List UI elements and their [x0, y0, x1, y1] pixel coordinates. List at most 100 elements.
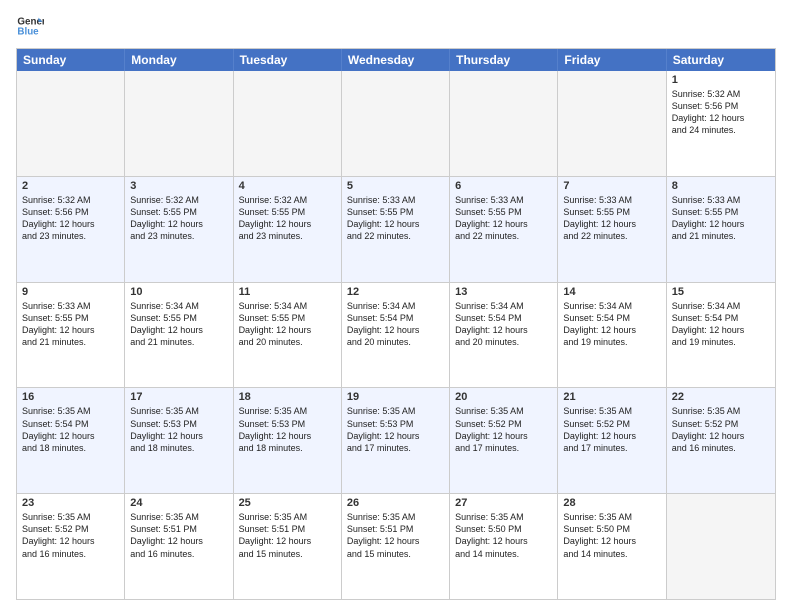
- day-cell-23: 23 Sunrise: 5:35 AM Sunset: 5:52 PM Dayli…: [17, 494, 125, 599]
- day-cell-17: 17 Sunrise: 5:35 AM Sunset: 5:53 PM Dayli…: [125, 388, 233, 493]
- day-info: Sunrise: 5:32 AM Sunset: 5:56 PM Dayligh…: [672, 88, 770, 137]
- day-number: 5: [347, 180, 444, 192]
- day-info: Sunrise: 5:32 AM Sunset: 5:55 PM Dayligh…: [239, 194, 336, 243]
- day-number: 1: [672, 74, 770, 86]
- day-number: 3: [130, 180, 227, 192]
- day-info: Sunrise: 5:35 AM Sunset: 5:52 PM Dayligh…: [22, 511, 119, 560]
- day-info: Sunrise: 5:34 AM Sunset: 5:54 PM Dayligh…: [347, 300, 444, 349]
- day-number: 20: [455, 391, 552, 403]
- logo: General Blue: [16, 12, 44, 40]
- day-info: Sunrise: 5:32 AM Sunset: 5:56 PM Dayligh…: [22, 194, 119, 243]
- day-info: Sunrise: 5:35 AM Sunset: 5:52 PM Dayligh…: [455, 405, 552, 454]
- day-info: Sunrise: 5:35 AM Sunset: 5:51 PM Dayligh…: [347, 511, 444, 560]
- day-number: 9: [22, 286, 119, 298]
- day-number: 19: [347, 391, 444, 403]
- day-header-thursday: Thursday: [450, 49, 558, 71]
- day-info: Sunrise: 5:33 AM Sunset: 5:55 PM Dayligh…: [347, 194, 444, 243]
- day-number: 14: [563, 286, 660, 298]
- week-row-5: 23 Sunrise: 5:35 AM Sunset: 5:52 PM Dayli…: [17, 493, 775, 599]
- week-row-3: 9Sunrise: 5:33 AM Sunset: 5:55 PM Daylig…: [17, 282, 775, 388]
- day-info: Sunrise: 5:35 AM Sunset: 5:53 PM Dayligh…: [347, 405, 444, 454]
- day-cell-8: 8 Sunrise: 5:33 AM Sunset: 5:55 PM Daylig…: [667, 177, 775, 282]
- day-number: 21: [563, 391, 660, 403]
- day-cell-20: 20 Sunrise: 5:35 AM Sunset: 5:52 PM Dayli…: [450, 388, 558, 493]
- day-info: Sunrise: 5:35 AM Sunset: 5:52 PM Dayligh…: [563, 405, 660, 454]
- empty-cell: [667, 494, 775, 599]
- day-cell-28: 28 Sunrise: 5:35 AM Sunset: 5:50 PM Dayli…: [558, 494, 666, 599]
- day-cell-3: 3 Sunrise: 5:32 AM Sunset: 5:55 PM Daylig…: [125, 177, 233, 282]
- day-number: 15: [672, 286, 770, 298]
- day-cell-11: 11 Sunrise: 5:34 AM Sunset: 5:55 PM Dayli…: [234, 283, 342, 388]
- day-cell-19: 19 Sunrise: 5:35 AM Sunset: 5:53 PM Dayli…: [342, 388, 450, 493]
- day-cell-4: 4 Sunrise: 5:32 AM Sunset: 5:55 PM Daylig…: [234, 177, 342, 282]
- day-number: 7: [563, 180, 660, 192]
- day-cell-7: 7 Sunrise: 5:33 AM Sunset: 5:55 PM Daylig…: [558, 177, 666, 282]
- day-header-friday: Friday: [558, 49, 666, 71]
- day-cell-24: 24 Sunrise: 5:35 AM Sunset: 5:51 PM Dayli…: [125, 494, 233, 599]
- day-number: 17: [130, 391, 227, 403]
- day-cell-6: 6 Sunrise: 5:33 AM Sunset: 5:55 PM Daylig…: [450, 177, 558, 282]
- empty-cell: [342, 71, 450, 176]
- day-info: Sunrise: 5:34 AM Sunset: 5:54 PM Dayligh…: [563, 300, 660, 349]
- day-cell-18: 18Sunrise: 5:35 AM Sunset: 5:53 PM Dayli…: [234, 388, 342, 493]
- day-cell-16: 16Sunrise: 5:35 AM Sunset: 5:54 PM Dayli…: [17, 388, 125, 493]
- day-info: Sunrise: 5:35 AM Sunset: 5:52 PM Dayligh…: [672, 405, 770, 454]
- day-info: Sunrise: 5:32 AM Sunset: 5:55 PM Dayligh…: [130, 194, 227, 243]
- empty-cell: [558, 71, 666, 176]
- day-info: Sunrise: 5:34 AM Sunset: 5:54 PM Dayligh…: [455, 300, 552, 349]
- calendar: SundayMondayTuesdayWednesdayThursdayFrid…: [16, 48, 776, 600]
- day-info: Sunrise: 5:35 AM Sunset: 5:51 PM Dayligh…: [239, 511, 336, 560]
- day-header-monday: Monday: [125, 49, 233, 71]
- day-info: Sunrise: 5:33 AM Sunset: 5:55 PM Dayligh…: [455, 194, 552, 243]
- day-cell-14: 14 Sunrise: 5:34 AM Sunset: 5:54 PM Dayli…: [558, 283, 666, 388]
- day-cell-26: 26 Sunrise: 5:35 AM Sunset: 5:51 PM Dayli…: [342, 494, 450, 599]
- day-number: 6: [455, 180, 552, 192]
- day-cell-13: 13 Sunrise: 5:34 AM Sunset: 5:54 PM Dayli…: [450, 283, 558, 388]
- svg-text:Blue: Blue: [17, 26, 39, 37]
- week-row-1: 1 Sunrise: 5:32 AM Sunset: 5:56 PM Daylig…: [17, 71, 775, 176]
- day-number: 25: [239, 497, 336, 509]
- day-number: 10: [130, 286, 227, 298]
- week-row-2: 2 Sunrise: 5:32 AM Sunset: 5:56 PM Daylig…: [17, 176, 775, 282]
- day-info: Sunrise: 5:33 AM Sunset: 5:55 PM Dayligh…: [672, 194, 770, 243]
- day-cell-12: 12 Sunrise: 5:34 AM Sunset: 5:54 PM Dayli…: [342, 283, 450, 388]
- empty-cell: [234, 71, 342, 176]
- day-number: 13: [455, 286, 552, 298]
- day-cell-10: 10 Sunrise: 5:34 AM Sunset: 5:55 PM Dayli…: [125, 283, 233, 388]
- day-cell-22: 22Sunrise: 5:35 AM Sunset: 5:52 PM Dayli…: [667, 388, 775, 493]
- day-info: Sunrise: 5:35 AM Sunset: 5:50 PM Dayligh…: [563, 511, 660, 560]
- empty-cell: [17, 71, 125, 176]
- day-cell-21: 21 Sunrise: 5:35 AM Sunset: 5:52 PM Dayli…: [558, 388, 666, 493]
- day-number: 8: [672, 180, 770, 192]
- day-info: Sunrise: 5:34 AM Sunset: 5:55 PM Dayligh…: [130, 300, 227, 349]
- calendar-body: 1 Sunrise: 5:32 AM Sunset: 5:56 PM Daylig…: [17, 71, 775, 599]
- day-info: Sunrise: 5:35 AM Sunset: 5:53 PM Dayligh…: [239, 405, 336, 454]
- day-info: Sunrise: 5:35 AM Sunset: 5:53 PM Dayligh…: [130, 405, 227, 454]
- day-number: 11: [239, 286, 336, 298]
- day-info: Sunrise: 5:34 AM Sunset: 5:55 PM Dayligh…: [239, 300, 336, 349]
- day-header-sunday: Sunday: [17, 49, 125, 71]
- day-header-wednesday: Wednesday: [342, 49, 450, 71]
- day-cell-1: 1 Sunrise: 5:32 AM Sunset: 5:56 PM Daylig…: [667, 71, 775, 176]
- day-info: Sunrise: 5:34 AM Sunset: 5:54 PM Dayligh…: [672, 300, 770, 349]
- empty-cell: [125, 71, 233, 176]
- day-number: 23: [22, 497, 119, 509]
- day-cell-25: 25 Sunrise: 5:35 AM Sunset: 5:51 PM Dayli…: [234, 494, 342, 599]
- calendar-header: SundayMondayTuesdayWednesdayThursdayFrid…: [17, 49, 775, 71]
- day-cell-5: 5 Sunrise: 5:33 AM Sunset: 5:55 PM Daylig…: [342, 177, 450, 282]
- day-number: 24: [130, 497, 227, 509]
- empty-cell: [450, 71, 558, 176]
- day-info: Sunrise: 5:35 AM Sunset: 5:50 PM Dayligh…: [455, 511, 552, 560]
- day-number: 12: [347, 286, 444, 298]
- day-header-saturday: Saturday: [667, 49, 775, 71]
- day-cell-2: 2 Sunrise: 5:32 AM Sunset: 5:56 PM Daylig…: [17, 177, 125, 282]
- week-row-4: 16Sunrise: 5:35 AM Sunset: 5:54 PM Dayli…: [17, 387, 775, 493]
- day-number: 2: [22, 180, 119, 192]
- day-info: Sunrise: 5:35 AM Sunset: 5:51 PM Dayligh…: [130, 511, 227, 560]
- day-info: Sunrise: 5:33 AM Sunset: 5:55 PM Dayligh…: [563, 194, 660, 243]
- day-number: 28: [563, 497, 660, 509]
- day-number: 4: [239, 180, 336, 192]
- day-number: 26: [347, 497, 444, 509]
- day-header-tuesday: Tuesday: [234, 49, 342, 71]
- day-cell-27: 27Sunrise: 5:35 AM Sunset: 5:50 PM Dayli…: [450, 494, 558, 599]
